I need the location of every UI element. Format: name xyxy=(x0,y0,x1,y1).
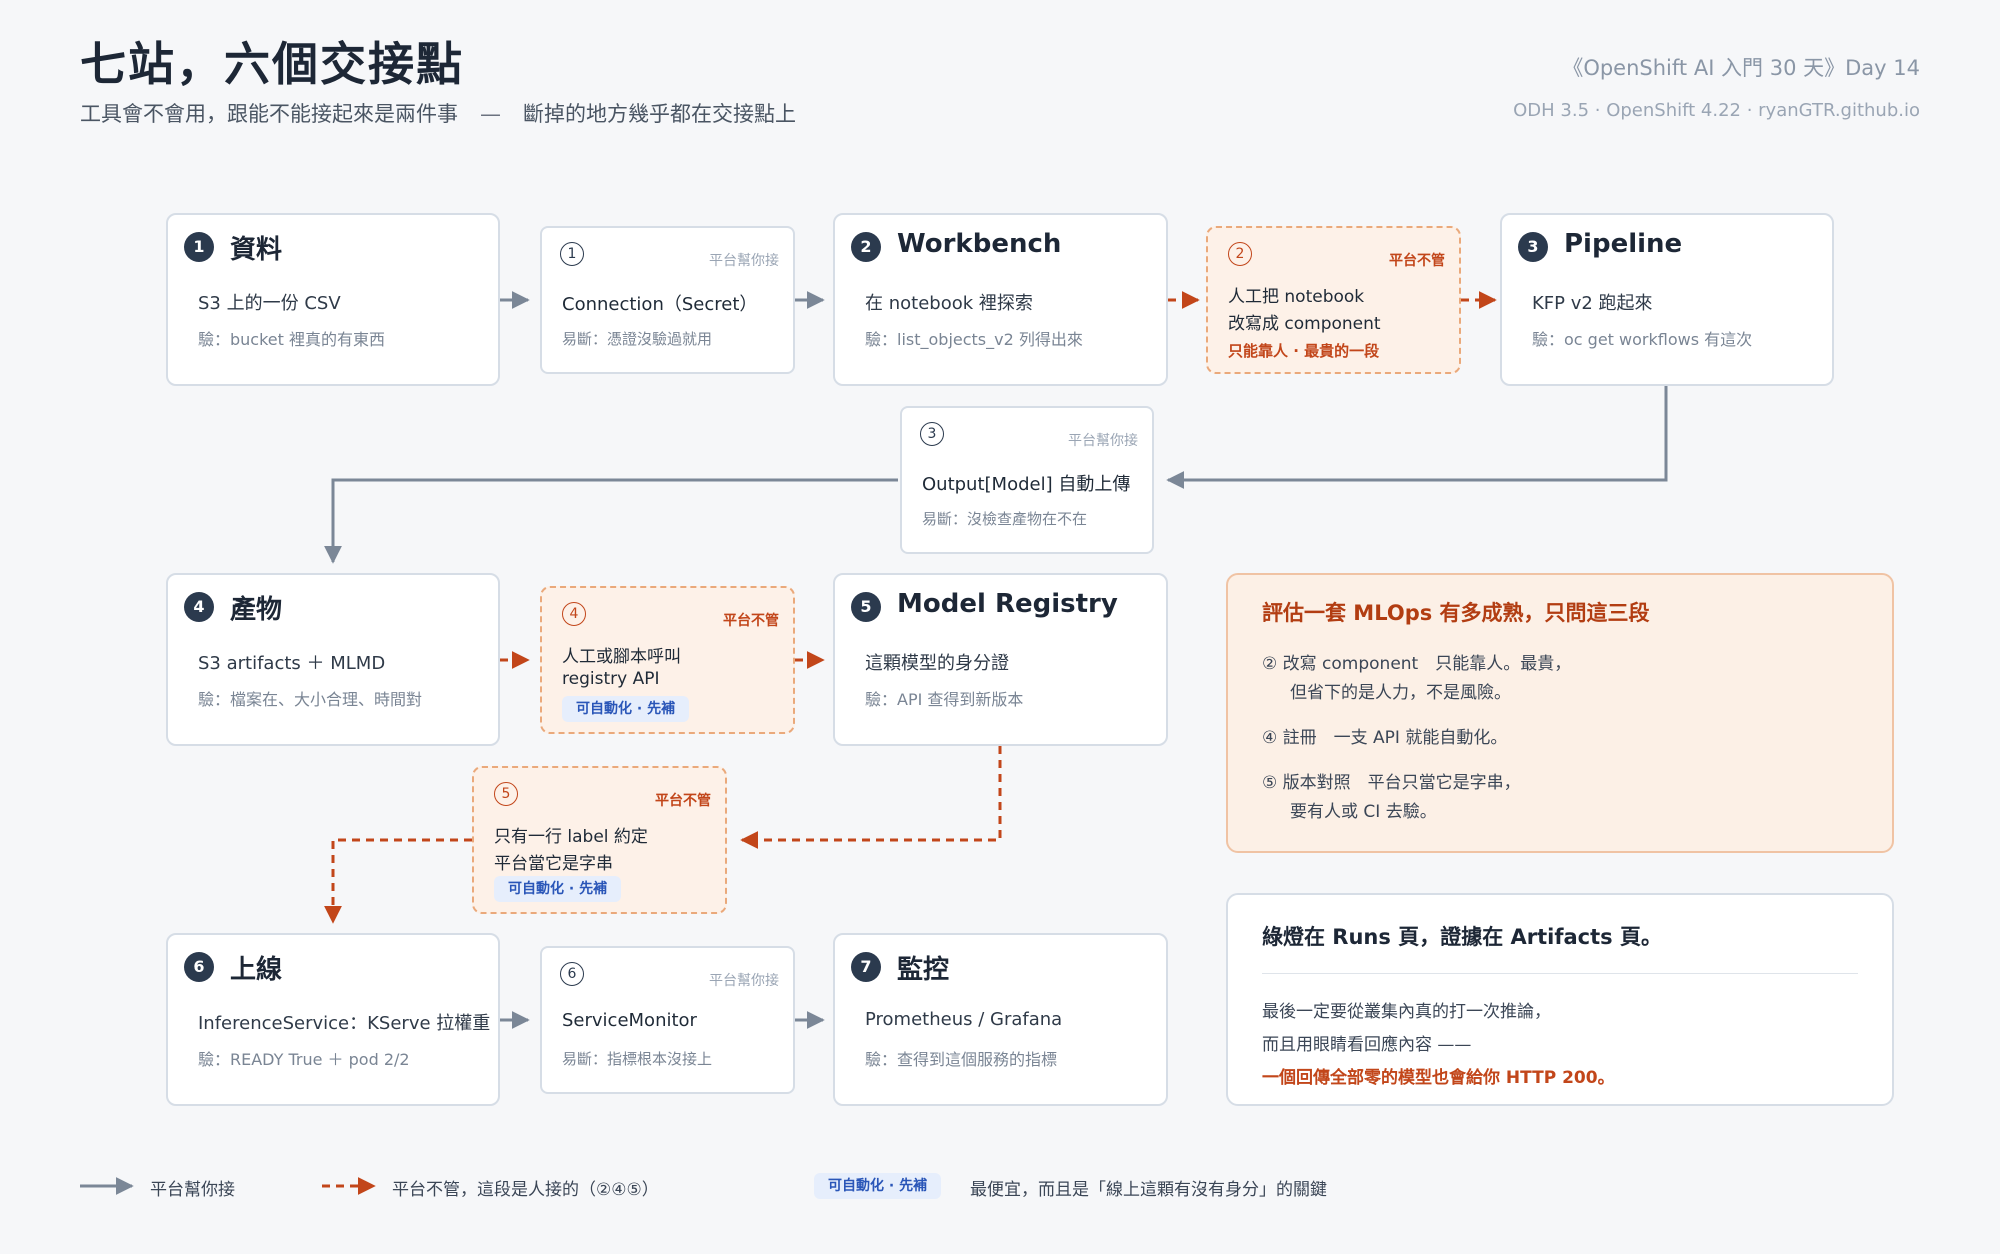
station-number-badge: 3 xyxy=(1518,232,1548,262)
legend-automatable-pill: 可自動化 · 先補 xyxy=(814,1173,942,1199)
panel-line-1: 最後一定要從叢集內真的打一次推論， xyxy=(1262,1002,1551,1022)
panel-title: 綠燈在 Runs 頁，證據在 Artifacts 頁。 xyxy=(1262,925,1662,949)
panel-line-2: 而且用眼睛看回應內容 —— xyxy=(1262,1035,1472,1055)
evidence-panel: 綠燈在 Runs 頁，證據在 Artifacts 頁。 最後一定要從叢集內真的打… xyxy=(1226,893,1894,1106)
station-check: 驗：oc get workflows 有這次 xyxy=(1532,330,1753,349)
series-label: 《OpenShift AI 入門 30 天》Day 14 xyxy=(1562,56,1920,80)
handoff-tag: 平台幫你接 xyxy=(1068,433,1138,449)
handoff-tag: 平台不管 xyxy=(1389,253,1445,269)
handoff-warning: 只能靠人 · 最貴的一段 xyxy=(1228,342,1380,360)
station-title: 資料 xyxy=(230,235,283,265)
handoff-description-2: 改寫成 component xyxy=(1228,314,1381,334)
station-number-badge: 5 xyxy=(851,592,881,622)
station-1-data: 1 資料 S3 上的一份 CSV 驗：bucket 裡真的有東西 xyxy=(166,213,500,386)
meta-label: ODH 3.5 · OpenShift 4.22 · ryanGTR.githu… xyxy=(1513,100,1920,121)
handoff-description: ServiceMonitor xyxy=(562,1010,697,1031)
panel-warning: 一個回傳全部零的模型也會給你 HTTP 200。 xyxy=(1262,1068,1615,1088)
panel-divider xyxy=(1262,973,1858,974)
handoff-tag: 平台不管 xyxy=(655,793,711,809)
handoff-description: 人工或腳本呼叫 xyxy=(562,647,681,667)
handoff-number: 5 xyxy=(494,782,518,806)
handoff-4-registry-api: 4 平台不管 人工或腳本呼叫 registry API 可自動化 · 先補 xyxy=(540,586,795,734)
station-title: 產物 xyxy=(230,595,283,625)
station-check: 驗：檔案在、大小合理、時間對 xyxy=(198,690,423,709)
handoff-number: 1 xyxy=(560,242,584,266)
station-title: Workbench xyxy=(897,229,1062,259)
handoff-number: 2 xyxy=(1228,242,1252,266)
handoff-tag: 平台不管 xyxy=(723,613,779,629)
station-check: 驗：查得到這個服務的指標 xyxy=(865,1050,1058,1069)
handoff-description-2: registry API xyxy=(562,669,660,689)
station-number-badge: 4 xyxy=(184,592,214,622)
automatable-pill: 可自動化 · 先補 xyxy=(494,876,622,902)
handoff-3-output-model: 3 平台幫你接 Output[Model] 自動上傳 易斷：沒檢查產物在不在 xyxy=(900,406,1154,554)
legend-pill-description: 最便宜，而且是「線上這顆有沒有身分」的關鍵 xyxy=(970,1180,1327,1200)
station-number-badge: 7 xyxy=(851,952,881,982)
arrow-station5-to-handoff5 xyxy=(740,746,1002,849)
panel-item-3-detail: 要有人或 CI 去驗。 xyxy=(1290,802,1437,822)
handoff-description: Connection（Secret） xyxy=(562,294,758,315)
subtitle-separator: — xyxy=(480,102,501,126)
page-subtitle: 工具會不會用，跟能不能接起來是兩件事 — 斷掉的地方幾乎都在交接點上 xyxy=(80,98,796,128)
station-description: KFP v2 跑起來 xyxy=(1532,293,1653,314)
handoff-tag: 平台幫你接 xyxy=(709,973,779,989)
station-check: 驗：list_objects_v2 列得出來 xyxy=(865,330,1083,349)
station-check: 驗：API 查得到新版本 xyxy=(865,690,1024,709)
panel-item-2: ④ 註冊 一支 API 就能自動化。 xyxy=(1262,728,1508,748)
station-title: 上線 xyxy=(230,955,283,985)
mlops-maturity-panel: 評估一套 MLOps 有多成熟，只問這三段 ② 改寫 component 只能靠… xyxy=(1226,573,1894,853)
station-3-pipeline: 3 Pipeline KFP v2 跑起來 驗：oc get workflows… xyxy=(1500,213,1834,386)
handoff-risk: 易斷：指標根本沒接上 xyxy=(562,1050,713,1068)
handoff-risk: 易斷：憑證沒驗過就用 xyxy=(562,330,713,348)
panel-item-1: ② 改寫 component 只能靠人。最貴， xyxy=(1262,654,1572,674)
panel-item-3: ⑤ 版本對照 平台只當它是字串， xyxy=(1262,773,1521,793)
station-description: Prometheus / Grafana xyxy=(865,1009,1063,1030)
handoff-risk: 易斷：沒檢查產物在不在 xyxy=(922,510,1088,528)
station-description: S3 artifacts ＋ MLMD xyxy=(198,653,386,674)
station-description: 在 notebook 裡探索 xyxy=(865,293,1033,314)
station-description: 這顆模型的身分證 xyxy=(865,653,1009,674)
legend-platform-label: 平台幫你接 xyxy=(150,1180,235,1200)
station-7-monitoring: 7 監控 Prometheus / Grafana 驗：查得到這個服務的指標 xyxy=(833,933,1168,1106)
handoff-description-2: 平台當它是字串 xyxy=(494,854,613,874)
station-check: 驗：READY True ＋ pod 2/2 xyxy=(198,1050,410,1069)
station-number-badge: 2 xyxy=(851,232,881,262)
station-title: Pipeline xyxy=(1564,229,1683,259)
handoff-number: 4 xyxy=(562,602,586,626)
handoff-5-version-label: 5 平台不管 只有一行 label 約定 平台當它是字串 可自動化 · 先補 xyxy=(472,766,727,914)
handoff-number: 3 xyxy=(920,422,944,446)
handoff-number: 6 xyxy=(560,962,584,986)
handoff-tag: 平台幫你接 xyxy=(709,253,779,269)
handoff-1-connection: 1 平台幫你接 Connection（Secret） 易斷：憑證沒驗過就用 xyxy=(540,226,795,374)
station-check: 驗：bucket 裡真的有東西 xyxy=(198,330,385,349)
handoff-6-servicemonitor: 6 平台幫你接 ServiceMonitor 易斷：指標根本沒接上 xyxy=(540,946,795,1094)
station-description: S3 上的一份 CSV xyxy=(198,293,341,314)
station-5-model-registry: 5 Model Registry 這顆模型的身分證 驗：API 查得到新版本 xyxy=(833,573,1168,746)
handoff-2-rewrite-component: 2 平台不管 人工把 notebook 改寫成 component 只能靠人 ·… xyxy=(1206,226,1461,374)
automatable-pill: 可自動化 · 先補 xyxy=(562,696,690,722)
station-2-workbench: 2 Workbench 在 notebook 裡探索 驗：list_object… xyxy=(833,213,1168,386)
station-title: Model Registry xyxy=(897,589,1118,619)
legend-manual-label: 平台不管，這段是人接的（②④⑤） xyxy=(392,1180,659,1200)
arrow-station3-to-handoff3 xyxy=(1166,386,1668,489)
panel-item-1-detail: 但省下的是人力，不是風險。 xyxy=(1290,683,1511,703)
station-4-artifacts: 4 產物 S3 artifacts ＋ MLMD 驗：檔案在、大小合理、時間對 xyxy=(166,573,500,746)
station-6-serving: 6 上線 InferenceService：KServe 拉權重 驗：READY… xyxy=(166,933,500,1106)
page-title: 七站，六個交接點 xyxy=(80,37,464,91)
panel-title: 評估一套 MLOps 有多成熟，只問這三段 xyxy=(1262,601,1650,625)
station-description: InferenceService：KServe 拉權重 xyxy=(198,1013,491,1034)
station-number-badge: 1 xyxy=(184,232,214,262)
subtitle-left: 工具會不會用，跟能不能接起來是兩件事 xyxy=(80,102,458,126)
station-number-badge: 6 xyxy=(184,952,214,982)
arrow-handoff3-to-station4 xyxy=(324,478,898,564)
subtitle-right: 斷掉的地方幾乎都在交接點上 xyxy=(523,102,796,126)
handoff-description: Output[Model] 自動上傳 xyxy=(922,474,1131,495)
arrow-handoff5-to-station6 xyxy=(324,838,472,924)
station-title: 監控 xyxy=(897,955,950,985)
handoff-description: 只有一行 label 約定 xyxy=(494,827,648,847)
handoff-description: 人工把 notebook xyxy=(1228,287,1365,307)
